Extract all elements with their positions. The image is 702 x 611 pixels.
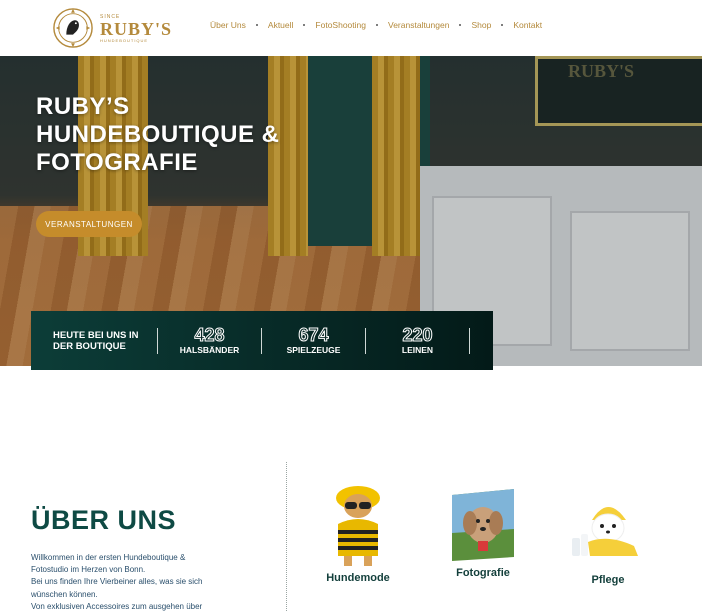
logo-name: RUBY'S (99, 18, 172, 39)
stat-leinen: 220 LEINEN (366, 325, 469, 356)
logo-emblem-icon (53, 8, 93, 48)
feature-label: Pflege (591, 574, 625, 586)
site-logo[interactable]: SINCE RUBY'S HUNDEBOUTIQUE (52, 6, 172, 50)
logo-tagline: HUNDEBOUTIQUE (99, 37, 149, 43)
nav-item-shop[interactable]: Shop (471, 20, 491, 30)
site-header: SINCE RUBY'S HUNDEBOUTIQUE Über Uns Aktu… (0, 0, 702, 56)
about-text-line: Willkommen in der ersten Hundeboutique & (31, 553, 186, 562)
nav-item-veranstaltungen[interactable]: Veranstaltungen (388, 20, 449, 30)
nav-item-kontakt[interactable]: Kontakt (513, 20, 542, 30)
veranstaltungen-button[interactable]: VERANSTALTUNGEN (36, 211, 142, 237)
nav-item-aktuell[interactable]: Aktuell (268, 20, 294, 30)
about-text-line: Bei uns finden Ihre Vierbeiner alles, wa… (31, 577, 203, 587)
stat-value: 220 (402, 325, 433, 345)
nav-separator (255, 24, 258, 26)
grooming-image (572, 507, 638, 556)
nav-item-ueber-uns[interactable]: Über Uns (210, 20, 246, 30)
about-title: ÜBER UNS (31, 505, 177, 535)
stat-value: 674 (298, 325, 329, 345)
stats-heading: HEUTE BEI UNS IN DER BOUTIQUE (53, 329, 139, 352)
stat-value: 428 (194, 325, 225, 345)
nav-separator (303, 24, 306, 26)
nav-separator (376, 24, 378, 26)
section-divider (286, 462, 287, 611)
stat-spielzeuge: 674 SPIELZEUGE (262, 325, 365, 356)
stat-halsbaender: 428 HALSBÄNDER (158, 325, 261, 356)
nav-separator (459, 24, 462, 26)
feature-pflege[interactable]: Pflege (568, 494, 648, 586)
photography-image (452, 489, 514, 561)
stat-label: SPIELZEUGE (286, 345, 341, 355)
hero-title: RUBY’S HUNDEBOUTIQUE & FOTOGRAFIE (36, 93, 280, 176)
nav-separator (501, 24, 504, 26)
logo-text: SINCE RUBY'S HUNDEBOUTIQUE (100, 14, 172, 43)
dog-fashion-image (336, 486, 380, 566)
stats-bar: HEUTE BEI UNS IN DER BOUTIQUE 428 HALSBÄ… (31, 311, 493, 370)
about-text: Willkommen in der ersten Hundeboutique &… (31, 552, 271, 611)
main-nav: Über Uns Aktuell FotoShooting Veranstalt… (210, 20, 542, 30)
about-text-line: Von exklusiven Accessoires zum ausgehen … (31, 601, 203, 611)
feature-label: Hundemode (326, 572, 390, 584)
feature-hundemode[interactable]: Hundemode (318, 484, 398, 584)
feature-fotografie[interactable]: Fotografie (443, 489, 523, 579)
about-text-line: wünschen können. (31, 589, 98, 599)
stats-divider (469, 327, 470, 354)
stat-label: HALSBÄNDER (179, 345, 240, 355)
stat-label: LEINEN (401, 345, 434, 355)
about-text-line: Fotostudio im Herzen von Bonn. (31, 565, 146, 575)
nav-item-fotoshooting[interactable]: FotoShooting (315, 20, 366, 30)
feature-label: Fotografie (456, 567, 510, 579)
